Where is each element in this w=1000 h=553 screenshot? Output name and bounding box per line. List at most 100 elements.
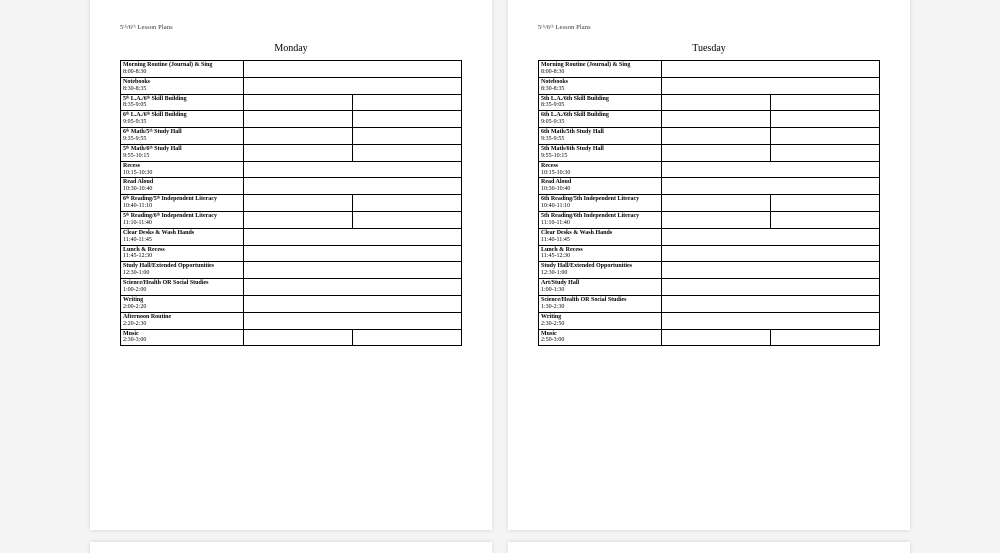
plan-cell [244, 161, 462, 178]
period-label: Science/Health OR Social Studies1:30-2:3… [539, 295, 662, 312]
table-row: Afternoon Routine2:20-2:30 [121, 312, 462, 329]
period-label: Lunch & Recess11:45-12:30 [121, 245, 244, 262]
period-label: Study Hall/Extended Opportunities12:30-1… [539, 262, 662, 279]
plan-cell [771, 144, 880, 161]
plan-cell [771, 195, 880, 212]
plan-cell [662, 111, 771, 128]
plan-cell [662, 61, 880, 78]
table-row: Recess10:15-10:30 [121, 161, 462, 178]
page-1: 5ᵗʰ/6ᵗʰ Lesson Plans Monday Morning Rout… [90, 0, 492, 530]
table-row: 6th L.A./6th Skill Building9:05-9:35 [539, 111, 880, 128]
period-label: Music2:30-3:00 [121, 329, 244, 346]
period-label: 5th L.A./6th Skill Building8:35-9:05 [539, 94, 662, 111]
table-row: 6th Math/5th Study Hall9:35-9:55 [539, 128, 880, 145]
table-row: Read Aloud10:30-10:40 [539, 178, 880, 195]
period-label: Lunch & Recess11:45-12:30 [539, 245, 662, 262]
table-row: Music2:30-3:00 [121, 329, 462, 346]
period-label: 6ᵗʰ Reading/5ᵗʰ Independent Literacy10:4… [121, 195, 244, 212]
period-label: Notebooks8:30-8:35 [539, 77, 662, 94]
period-label: 6th Math/5th Study Hall9:35-9:55 [539, 128, 662, 145]
plan-cell [662, 195, 771, 212]
plan-cell [244, 94, 353, 111]
period-label: 6ᵗʰ Math/5ᵗʰ Study Hall9:35-9:55 [121, 128, 244, 145]
period-label: 5th Math/6th Study Hall9:55-10:15 [539, 144, 662, 161]
page-title: Tuesday [538, 43, 880, 54]
plan-cell [662, 94, 771, 111]
table-row: Recess10:15-10:30 [539, 161, 880, 178]
plan-cell [662, 279, 880, 296]
plan-cell [353, 94, 462, 111]
plan-cell [662, 178, 880, 195]
period-label: Read Aloud10:30-10:40 [121, 178, 244, 195]
period-label: 5ᵗʰ L.A./6ᵗʰ Skill Building8:35-9:05 [121, 94, 244, 111]
table-row: Notebooks8:30-8:35 [121, 77, 462, 94]
plan-cell [244, 144, 353, 161]
table-row: Read Aloud10:30-10:40 [121, 178, 462, 195]
table-row: 5th L.A./6th Skill Building8:35-9:05 [539, 94, 880, 111]
table-row: Clear Desks & Wash Hands11:40-11:45 [539, 228, 880, 245]
plan-cell [662, 144, 771, 161]
plan-cell [662, 161, 880, 178]
plan-cell [244, 195, 353, 212]
table-row: 5th Math/6th Study Hall9:55-10:15 [539, 144, 880, 161]
plan-cell [244, 279, 462, 296]
period-label: Afternoon Routine2:20-2:30 [121, 312, 244, 329]
plan-cell [353, 111, 462, 128]
plan-cell [662, 212, 771, 229]
period-label: 5th Reading/6th Independent Literacy11:1… [539, 212, 662, 229]
table-row: Study Hall/Extended Opportunities12:30-1… [121, 262, 462, 279]
plan-cell [353, 128, 462, 145]
period-label: 5ᵗʰ Reading/6ᵗʰ Independent Literacy11:1… [121, 212, 244, 229]
plan-cell [771, 329, 880, 346]
table-row: Music2:50-3:00 [539, 329, 880, 346]
plan-cell [353, 212, 462, 229]
plan-cell [771, 212, 880, 229]
table-row: 6ᵗʰ Math/5ᵗʰ Study Hall9:35-9:55 [121, 128, 462, 145]
document-viewport: 5ᵗʰ/6ᵗʰ Lesson Plans Monday Morning Rout… [0, 0, 1000, 553]
running-header: 5ᵗʰ/6ᵗʰ Lesson Plans [120, 24, 462, 31]
table-row: Morning Routine (Journal) & Sing8:00-8:3… [121, 61, 462, 78]
table-row: 6th Reading/5th Independent Literacy10:4… [539, 195, 880, 212]
period-label: Morning Routine (Journal) & Sing8:00-8:3… [121, 61, 244, 78]
period-label: Writing2:00-2:20 [121, 295, 244, 312]
table-row: 5ᵗʰ Reading/6ᵗʰ Independent Literacy11:1… [121, 212, 462, 229]
table-row: 5ᵗʰ L.A./6ᵗʰ Skill Building8:35-9:05 [121, 94, 462, 111]
period-label: Clear Desks & Wash Hands11:40-11:45 [121, 228, 244, 245]
table-row: Writing2:00-2:20 [121, 295, 462, 312]
page-4-preview [508, 542, 910, 553]
plan-cell [771, 128, 880, 145]
table-row: 5ᵗʰ Math/6ᵗʰ Study Hall9:55-10:15 [121, 144, 462, 161]
pages-row: 5ᵗʰ/6ᵗʰ Lesson Plans Monday Morning Rout… [0, 0, 1000, 530]
plan-cell [244, 178, 462, 195]
plan-cell [353, 144, 462, 161]
schedule-table: Morning Routine (Journal) & Sing8:00-8:3… [538, 60, 880, 346]
table-row: 6ᵗʰ L.A./6ᵗʰ Skill Building9:05-9:35 [121, 111, 462, 128]
plan-cell [662, 312, 880, 329]
plan-cell [244, 329, 353, 346]
period-label: 5ᵗʰ Math/6ᵗʰ Study Hall9:55-10:15 [121, 144, 244, 161]
table-row: Lunch & Recess11:45-12:30 [121, 245, 462, 262]
period-label: Morning Routine (Journal) & Sing8:00-8:3… [539, 61, 662, 78]
period-label: Read Aloud10:30-10:40 [539, 178, 662, 195]
running-header: 5ᵗʰ/6ᵗʰ Lesson Plans [538, 24, 880, 31]
plan-cell [244, 245, 462, 262]
table-row: 5th Reading/6th Independent Literacy11:1… [539, 212, 880, 229]
plan-cell [771, 111, 880, 128]
plan-cell [244, 77, 462, 94]
plan-cell [662, 245, 880, 262]
plan-cell [662, 329, 771, 346]
period-label: Science/Health OR Social Studies1:00-2:0… [121, 279, 244, 296]
plan-cell [662, 228, 880, 245]
period-label: Clear Desks & Wash Hands11:40-11:45 [539, 228, 662, 245]
period-label: 6th Reading/5th Independent Literacy10:4… [539, 195, 662, 212]
plan-cell [244, 312, 462, 329]
page-3-preview [90, 542, 492, 553]
plan-cell [244, 111, 353, 128]
plan-cell [244, 295, 462, 312]
table-row: Art/Study Hall1:00-1:30 [539, 279, 880, 296]
plan-cell [244, 212, 353, 229]
plan-cell [662, 295, 880, 312]
table-row: Science/Health OR Social Studies1:00-2:0… [121, 279, 462, 296]
period-label: 6ᵗʰ L.A./6ᵗʰ Skill Building9:05-9:35 [121, 111, 244, 128]
table-row: Lunch & Recess11:45-12:30 [539, 245, 880, 262]
